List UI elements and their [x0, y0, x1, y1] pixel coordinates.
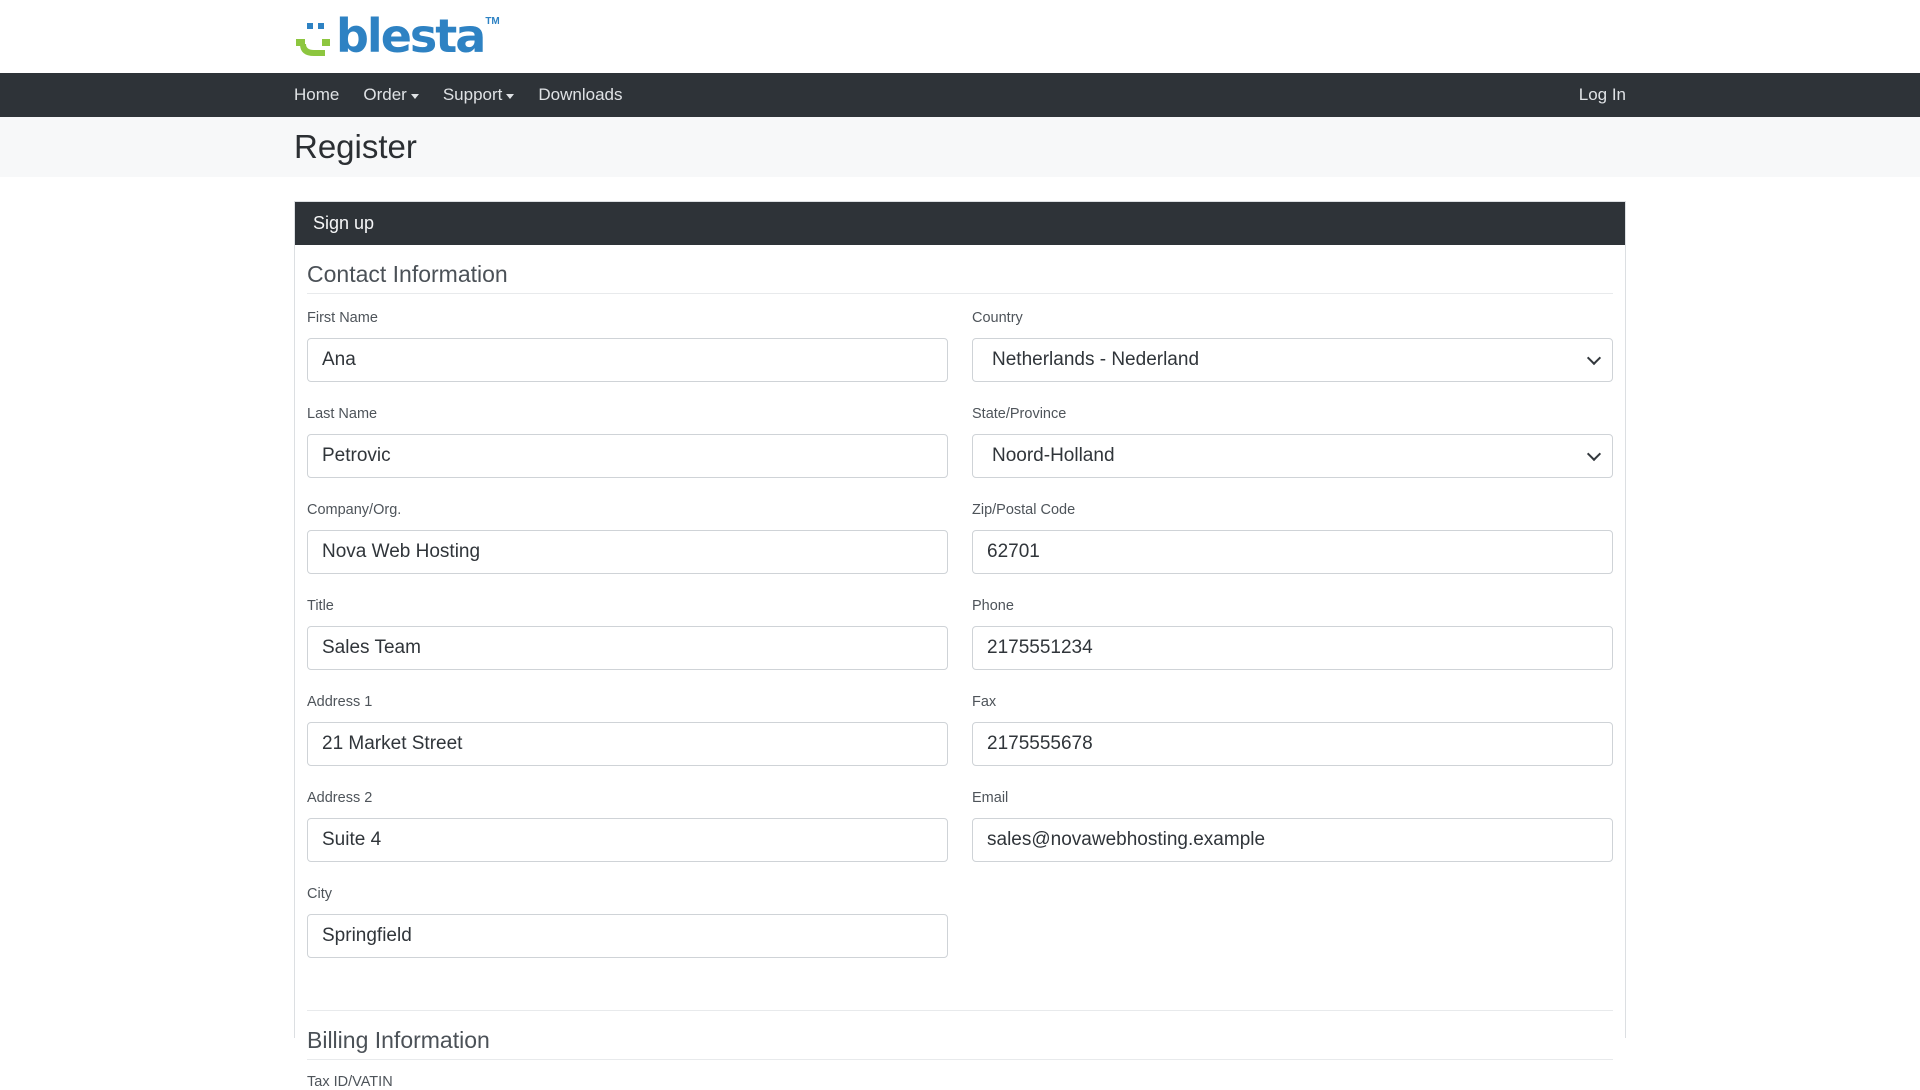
title-input[interactable] — [307, 626, 948, 670]
state-group: State/Province Noord-Holland — [972, 404, 1613, 500]
phone-label: Phone — [972, 598, 1014, 614]
nav-home[interactable]: Home — [294, 85, 339, 105]
logo-bar: blesta TM — [0, 0, 1920, 73]
phone-input[interactable] — [972, 626, 1613, 670]
last-name-group: Last Name — [307, 404, 948, 500]
login-link[interactable]: Log In — [1579, 85, 1626, 105]
nav-order-label: Order — [363, 85, 407, 104]
city-group: City — [307, 884, 948, 980]
fax-group: Fax — [972, 692, 1613, 788]
logo-trademark: TM — [485, 16, 500, 27]
first-name-input[interactable] — [307, 338, 948, 382]
main-navbar: Home Order Support Downloads Log In — [0, 73, 1920, 117]
fax-label: Fax — [972, 694, 997, 710]
page-title: Register — [294, 128, 417, 165]
logo-smile-icon — [296, 23, 330, 56]
last-name-label: Last Name — [307, 406, 378, 422]
city-label: City — [307, 886, 332, 902]
email-group: Email — [972, 788, 1613, 884]
fax-input[interactable] — [972, 722, 1613, 766]
email-input[interactable] — [972, 818, 1613, 862]
page-title-band: Register — [0, 117, 1920, 177]
caret-down-icon — [410, 93, 419, 99]
country-group: Country Netherlands - Nederland — [972, 308, 1613, 404]
caret-down-icon — [506, 93, 515, 99]
logo-text: blesta — [336, 9, 486, 63]
city-input[interactable] — [307, 914, 948, 958]
first-name-group: First Name — [307, 308, 948, 404]
address1-input[interactable] — [307, 722, 948, 766]
contact-right-column: Country Netherlands - Nederland State/Pr… — [972, 308, 1613, 980]
country-label: Country — [972, 310, 1023, 326]
title-group: Title — [307, 596, 948, 692]
contact-left-column: First Name Last Name Company/Org. Title — [307, 308, 948, 980]
country-select[interactable]: Netherlands - Nederland — [972, 338, 1613, 382]
signup-card: Sign up Contact Information First Name L… — [294, 201, 1626, 1090]
contact-form: First Name Last Name Company/Org. Title — [307, 308, 1613, 980]
address2-input[interactable] — [307, 818, 948, 862]
nav-order-dropdown[interactable]: Order — [363, 85, 419, 105]
card-header: Sign up — [295, 202, 1625, 245]
zip-label: Zip/Postal Code — [972, 502, 1076, 518]
blesta-logo[interactable]: blesta TM — [294, 9, 500, 63]
nav-downloads[interactable]: Downloads — [538, 85, 622, 105]
phone-group: Phone — [972, 596, 1613, 692]
nav-support-label: Support — [442, 85, 503, 104]
tax-id-label: Tax ID/VATIN — [307, 1074, 393, 1090]
company-input[interactable] — [307, 530, 948, 574]
nav-support-dropdown[interactable]: Support — [443, 85, 515, 105]
state-label: State/Province — [972, 406, 1067, 422]
last-name-input[interactable] — [307, 434, 948, 478]
company-group: Company/Org. — [307, 500, 948, 596]
country-select-value: Netherlands - Nederland — [972, 338, 1613, 382]
address2-group: Address 2 — [307, 788, 948, 884]
email-label: Email — [972, 790, 1009, 806]
address1-group: Address 1 — [307, 692, 948, 788]
billing-section-title: Billing Information — [307, 1010, 1613, 1060]
company-label: Company/Org. — [307, 502, 402, 518]
nav-downloads-label: Downloads — [538, 85, 623, 104]
contact-section-title: Contact Information — [307, 245, 1613, 294]
nav-menu: Home Order Support Downloads — [294, 73, 1626, 117]
nav-home-label: Home — [294, 85, 340, 104]
first-name-label: First Name — [307, 310, 378, 326]
address2-label: Address 2 — [307, 790, 373, 806]
title-label: Title — [307, 598, 334, 614]
address1-label: Address 1 — [307, 694, 373, 710]
zip-group: Zip/Postal Code — [972, 500, 1613, 596]
zip-input[interactable] — [972, 530, 1613, 574]
state-select-value: Noord-Holland — [972, 434, 1613, 478]
state-select[interactable]: Noord-Holland — [972, 434, 1613, 478]
